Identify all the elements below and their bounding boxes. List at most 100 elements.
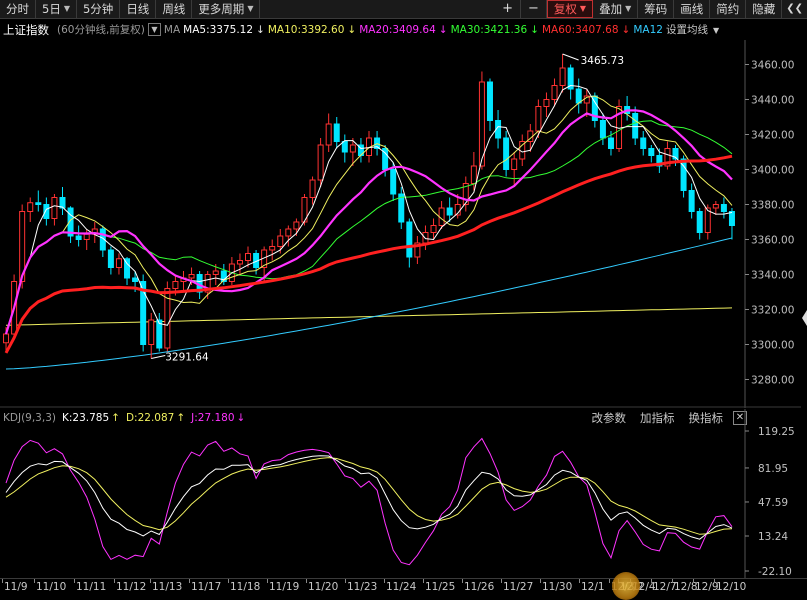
date-tick [609,579,610,583]
index-name: 上证指数 [3,23,49,37]
candle [503,131,510,177]
candle [398,187,405,229]
candle [180,271,187,292]
chevron-down-icon: ▼ [247,4,254,13]
date-tick [693,579,694,583]
date-tick [384,579,385,583]
date-label: 11/26 [464,581,495,593]
date-label: 11/13 [152,581,183,593]
ma5-line [5,84,733,335]
kdj-tick-label: 13.24 [758,531,788,543]
hide-button[interactable]: 隐藏 [746,0,783,18]
ma5-arrow-icon: ↓ [256,24,265,36]
rights-adjust-button[interactable]: 复权 ▼ [546,0,594,18]
candle [591,92,598,128]
price-chart[interactable]: 3460.00 3440.00 3420.00 3400.00 3380.00 3360.… [0,40,801,408]
watermark-logo [612,572,640,600]
draw-line-button[interactable]: 画线 [674,0,711,18]
collapse-button[interactable]: ❮❮ [782,0,807,18]
date-tick [228,579,229,583]
date-label: 11/23 [347,581,378,593]
candle [83,229,90,250]
days-selector[interactable]: 5日 ▼ [36,0,77,18]
date-tick [114,579,115,583]
zoom-out-button[interactable]: − [521,0,547,18]
chevron-down-icon: ▼ [579,4,587,13]
price-tick-label: 3440.00 [751,95,794,107]
kdj-k-line [5,455,733,540]
date-label: 11/19 [269,581,300,593]
date-label: 11/12 [116,581,147,593]
dropdown-box[interactable]: ▼ [147,23,161,36]
candle [696,208,703,240]
zoom-in-button[interactable]: + [495,0,522,18]
price-tick-label: 3460.00 [751,60,794,72]
date-tick [651,579,652,583]
date-tick [579,579,580,583]
candle [357,138,364,163]
candle [543,92,550,117]
candle [559,54,566,93]
ma30-value: MA30:3421.36 [450,24,528,36]
high-annotation: 3465.73 [581,55,624,67]
date-tick [540,579,541,583]
candle [148,313,155,359]
kdj-chart[interactable]: 119.25 81.95 47.59 13.24 -22.10 [0,409,801,578]
date-tick [74,579,75,583]
ma-label: MA [163,24,181,36]
date-label: 11/17 [191,581,222,593]
price-tick-label: 3420.00 [751,130,794,142]
candle [99,225,106,257]
ma10-arrow-icon: ↓ [347,24,357,36]
price-tick-label: 3380.00 [751,200,794,212]
chips-button[interactable]: 筹码 [638,0,675,18]
candle [309,176,316,205]
period-5min-button[interactable]: 5分钟 [77,0,121,18]
price-tick-label: 3300.00 [751,340,794,352]
kdj-j-line [5,437,733,566]
candle [511,152,518,187]
ma250-line [5,307,733,326]
candle [325,113,332,152]
candle [486,78,493,131]
daily-button[interactable]: 日线 [120,0,157,18]
ma-settings-link[interactable]: 设置均线 ▼ [666,20,722,40]
chevron-down-icon: ▼ [63,4,70,13]
price-tick-label: 3320.00 [751,305,794,317]
candle [575,78,582,114]
overlay-button[interactable]: 叠加 ▼ [593,0,639,18]
date-tick [345,579,346,583]
high-marker [562,53,579,61]
candle [75,225,82,247]
date-label: 11/11 [76,581,107,593]
date-tick [267,579,268,583]
timeshare-button[interactable]: 分时 [0,0,36,18]
date-label: 11/27 [503,581,534,593]
date-tick [189,579,190,583]
weekly-button[interactable]: 周线 [156,0,193,18]
candle [43,197,50,226]
kdj-tick-label: 81.95 [758,463,788,475]
candle [341,134,348,163]
candle [269,239,276,261]
low-annotation: 3291.64 [165,352,209,364]
ma120-value: MA12 [633,24,663,36]
candle [720,197,727,219]
more-periods-button[interactable]: 更多周期 ▼ [192,0,261,18]
date-label: 11/10 [36,581,67,593]
right-scroll-handle[interactable] [801,40,807,580]
date-label: 11/9 [4,581,28,593]
kdj-tick-label: 47.59 [758,497,788,509]
candle [35,190,42,212]
ma60-line [4,154,733,354]
date-tick [34,579,35,583]
ma10-value: MA10:3392.60 [267,24,345,36]
simple-button[interactable]: 简约 [710,0,747,18]
candle [567,64,574,100]
date-label: 12/10 [716,581,747,593]
candle [107,246,114,275]
plus-icon: + [502,1,514,16]
date-label: 12/1 [581,581,605,593]
date-tick [150,579,151,583]
ma120-line [5,237,733,370]
